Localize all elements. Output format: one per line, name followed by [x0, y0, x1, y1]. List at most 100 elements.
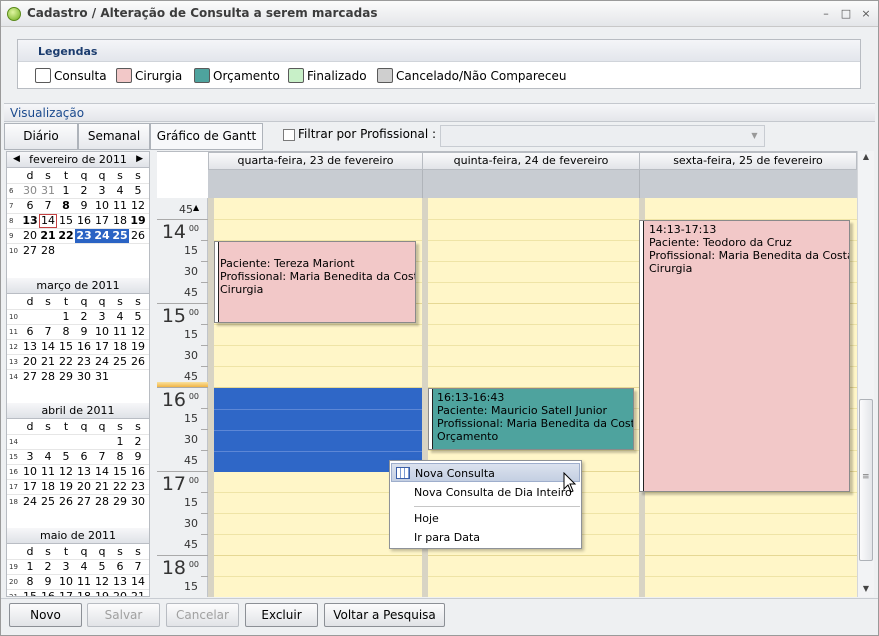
day-cell[interactable]: 20: [21, 355, 39, 369]
day-cell[interactable]: 18: [111, 340, 129, 354]
day-cell[interactable]: 5: [129, 184, 147, 198]
day-cell[interactable]: 11: [111, 199, 129, 213]
day-cell[interactable]: 15: [57, 214, 75, 228]
day-cell[interactable]: 1: [111, 435, 129, 449]
day-cell[interactable]: 18: [111, 214, 129, 228]
day-cell[interactable]: 15: [21, 590, 39, 596]
day-cell[interactable]: 10: [93, 325, 111, 339]
day-cell[interactable]: 12: [57, 465, 75, 479]
day-cell[interactable]: 30: [129, 495, 147, 509]
cancelar-button[interactable]: Cancelar: [166, 603, 239, 627]
day-cell[interactable]: 6: [21, 325, 39, 339]
day-cell[interactable]: 10: [57, 575, 75, 589]
day-cell[interactable]: 29: [57, 370, 75, 384]
day-cell-selected[interactable]: 25: [111, 229, 129, 243]
day-cell[interactable]: 1: [57, 310, 75, 324]
day-cell[interactable]: 15: [57, 340, 75, 354]
day-header-23[interactable]: quarta-feira, 23 de fevereiro: [208, 152, 423, 170]
day-cell[interactable]: 30: [75, 370, 93, 384]
day-cell[interactable]: 12: [129, 325, 147, 339]
day-cell[interactable]: 11: [39, 465, 57, 479]
day-cell[interactable]: 3: [21, 450, 39, 464]
day-cell[interactable]: 12: [93, 575, 111, 589]
day-cell[interactable]: 13: [111, 575, 129, 589]
day-cell[interactable]: 9: [75, 325, 93, 339]
appointment-teodoro[interactable]: 14:13-17:13 Paciente: Teodoro da Cruz Pr…: [639, 220, 850, 492]
tab-grafico-gantt[interactable]: Gráfico de Gantt: [150, 123, 263, 150]
day-cell[interactable]: 24: [93, 355, 111, 369]
day-cell[interactable]: 23: [129, 480, 147, 494]
day-cell[interactable]: 5: [57, 450, 75, 464]
day-cell[interactable]: 17: [93, 214, 111, 228]
day-cell[interactable]: 23: [75, 355, 93, 369]
day-cell[interactable]: 15: [111, 465, 129, 479]
voltar-pesquisa-button[interactable]: Voltar a Pesquisa: [324, 603, 445, 627]
day-cell[interactable]: 5: [129, 310, 147, 324]
schedule-scrollbar[interactable]: ▲ ≡ ▼: [857, 151, 874, 597]
day-cell[interactable]: 5: [93, 560, 111, 574]
filter-professional-checkbox[interactable]: [283, 129, 295, 141]
day-cell[interactable]: 27: [21, 244, 39, 258]
scrollbar-thumb[interactable]: ≡: [859, 399, 873, 561]
day-cell[interactable]: 25: [39, 495, 57, 509]
day-cell[interactable]: 31: [93, 370, 111, 384]
day-cell[interactable]: 21: [39, 229, 57, 243]
day-cell[interactable]: 2: [75, 184, 93, 198]
day-cell[interactable]: 26: [129, 229, 147, 243]
day-cell[interactable]: 31: [39, 184, 57, 198]
day-cell[interactable]: 28: [93, 495, 111, 509]
day-cell[interactable]: 16: [75, 340, 93, 354]
day-cell[interactable]: 20: [21, 229, 39, 243]
day-cell[interactable]: 9: [39, 575, 57, 589]
day-cell[interactable]: 22: [111, 480, 129, 494]
day-cell[interactable]: 4: [39, 450, 57, 464]
day-cell[interactable]: 20: [111, 590, 129, 596]
day-cell[interactable]: 16: [129, 465, 147, 479]
day-cell[interactable]: 11: [111, 325, 129, 339]
day-cell[interactable]: 19: [93, 590, 111, 596]
day-header-24[interactable]: quinta-feira, 24 de fevereiro: [423, 152, 640, 170]
day-cell[interactable]: 20: [75, 480, 93, 494]
professional-select[interactable]: ▼: [440, 125, 765, 147]
day-cell[interactable]: 8: [21, 575, 39, 589]
day-cell[interactable]: 8: [57, 199, 75, 213]
minimize-icon[interactable]: –: [819, 7, 833, 21]
day-cell[interactable]: 10: [21, 465, 39, 479]
day-cell[interactable]: 22: [57, 355, 75, 369]
day-cell[interactable]: 3: [93, 184, 111, 198]
day-cell[interactable]: 14: [39, 340, 57, 354]
day-cell[interactable]: 4: [111, 184, 129, 198]
day-cell[interactable]: 7: [39, 325, 57, 339]
scroll-down-arrow-icon[interactable]: ▼: [858, 584, 874, 593]
day-cell[interactable]: 8: [111, 450, 129, 464]
day-cell-today[interactable]: 14: [39, 214, 57, 228]
appointment-mauricio[interactable]: 16:13-16:43 Paciente: Mauricio Satell Ju…: [428, 388, 634, 450]
day-cell[interactable]: 17: [21, 480, 39, 494]
day-cell[interactable]: 3: [93, 310, 111, 324]
day-cell[interactable]: 27: [21, 370, 39, 384]
day-cell[interactable]: 14: [129, 575, 147, 589]
day-cell[interactable]: 6: [75, 450, 93, 464]
day-cell[interactable]: 24: [21, 495, 39, 509]
menu-item-nova-consulta[interactable]: Nova Consulta: [391, 463, 580, 482]
tab-semanal[interactable]: Semanal: [78, 123, 150, 150]
day-cell[interactable]: 17: [57, 590, 75, 596]
day-cell[interactable]: 8: [57, 325, 75, 339]
menu-item-nova-consulta-dia-inteiro[interactable]: Nova Consulta de Dia Inteiro: [391, 483, 580, 502]
day-cell[interactable]: 18: [75, 590, 93, 596]
menu-item-hoje[interactable]: Hoje: [391, 509, 580, 528]
day-cell[interactable]: 7: [93, 450, 111, 464]
menu-item-ir-para-data[interactable]: Ir para Data: [391, 528, 580, 547]
day-cell[interactable]: 7: [129, 560, 147, 574]
salvar-button[interactable]: Salvar: [87, 603, 160, 627]
day-cell[interactable]: 28: [39, 370, 57, 384]
day-cell[interactable]: 29: [111, 495, 129, 509]
scroll-up-arrow-icon[interactable]: ▲: [858, 152, 874, 161]
day-cell[interactable]: 6: [21, 199, 39, 213]
day-cell[interactable]: 9: [129, 450, 147, 464]
day-cell[interactable]: 13: [75, 465, 93, 479]
day-cell[interactable]: 4: [75, 560, 93, 574]
day-cell[interactable]: 21: [93, 480, 111, 494]
all-day-area[interactable]: [208, 170, 857, 198]
day-cell[interactable]: 2: [75, 310, 93, 324]
